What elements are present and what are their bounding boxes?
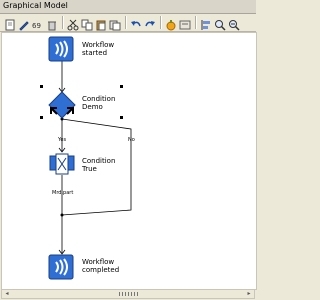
condition-demo-label: Condition Demo	[82, 95, 116, 111]
paste-icon[interactable]	[95, 16, 107, 31]
condition-demo-node[interactable]	[48, 91, 76, 119]
copy-icon[interactable]	[81, 16, 93, 31]
toolbar: 69	[0, 14, 256, 32]
scroll-right-icon[interactable]: ▸	[245, 291, 253, 297]
horizontal-scrollbar[interactable]: ◂ ▸	[1, 289, 255, 299]
redo-icon[interactable]	[144, 16, 156, 28]
no-edge-label: No	[128, 137, 135, 143]
workflow-completed-node[interactable]	[48, 254, 74, 280]
panel-titlebar: Graphical Model	[0, 0, 256, 14]
merge-edge-label: Mrd.part	[52, 190, 74, 196]
debug-icon[interactable]	[179, 16, 191, 30]
condition-true-label: Condition True	[82, 157, 116, 173]
workflow-completed-label: Workflow completed	[82, 258, 120, 274]
scroll-thumb[interactable]	[119, 292, 139, 296]
copy-alt-icon[interactable]	[109, 16, 121, 31]
svg-text:69: 69	[32, 22, 41, 30]
edit-icon[interactable]	[18, 16, 30, 31]
diagram-canvas[interactable]: Workflow started Condition Demo Yes No C…	[1, 32, 257, 290]
condition-diamond-icon	[48, 91, 76, 119]
panel-title: Graphical Model	[3, 1, 68, 10]
workflow-start-icon	[48, 36, 74, 62]
workflow-started-node[interactable]	[48, 36, 74, 62]
undo-icon[interactable]	[130, 16, 142, 28]
delete-icon[interactable]	[46, 16, 58, 31]
condition-true-node[interactable]	[49, 152, 75, 176]
scroll-left-icon[interactable]: ◂	[3, 291, 11, 297]
cut-icon[interactable]	[67, 16, 79, 31]
workflow-started-label: Workflow started	[82, 41, 115, 57]
new-icon[interactable]	[4, 16, 16, 31]
run-icon[interactable]	[165, 16, 177, 31]
diagram-connectors	[40, 61, 132, 255]
zoom-in-icon[interactable]	[214, 16, 226, 31]
stats-icon[interactable]: 69	[32, 16, 44, 30]
workflow-end-icon	[48, 254, 74, 280]
align-icon[interactable]	[200, 16, 212, 30]
yes-edge-label: Yes	[58, 137, 67, 143]
zoom-out-icon[interactable]	[228, 16, 240, 31]
condition-true-icon	[49, 153, 75, 175]
